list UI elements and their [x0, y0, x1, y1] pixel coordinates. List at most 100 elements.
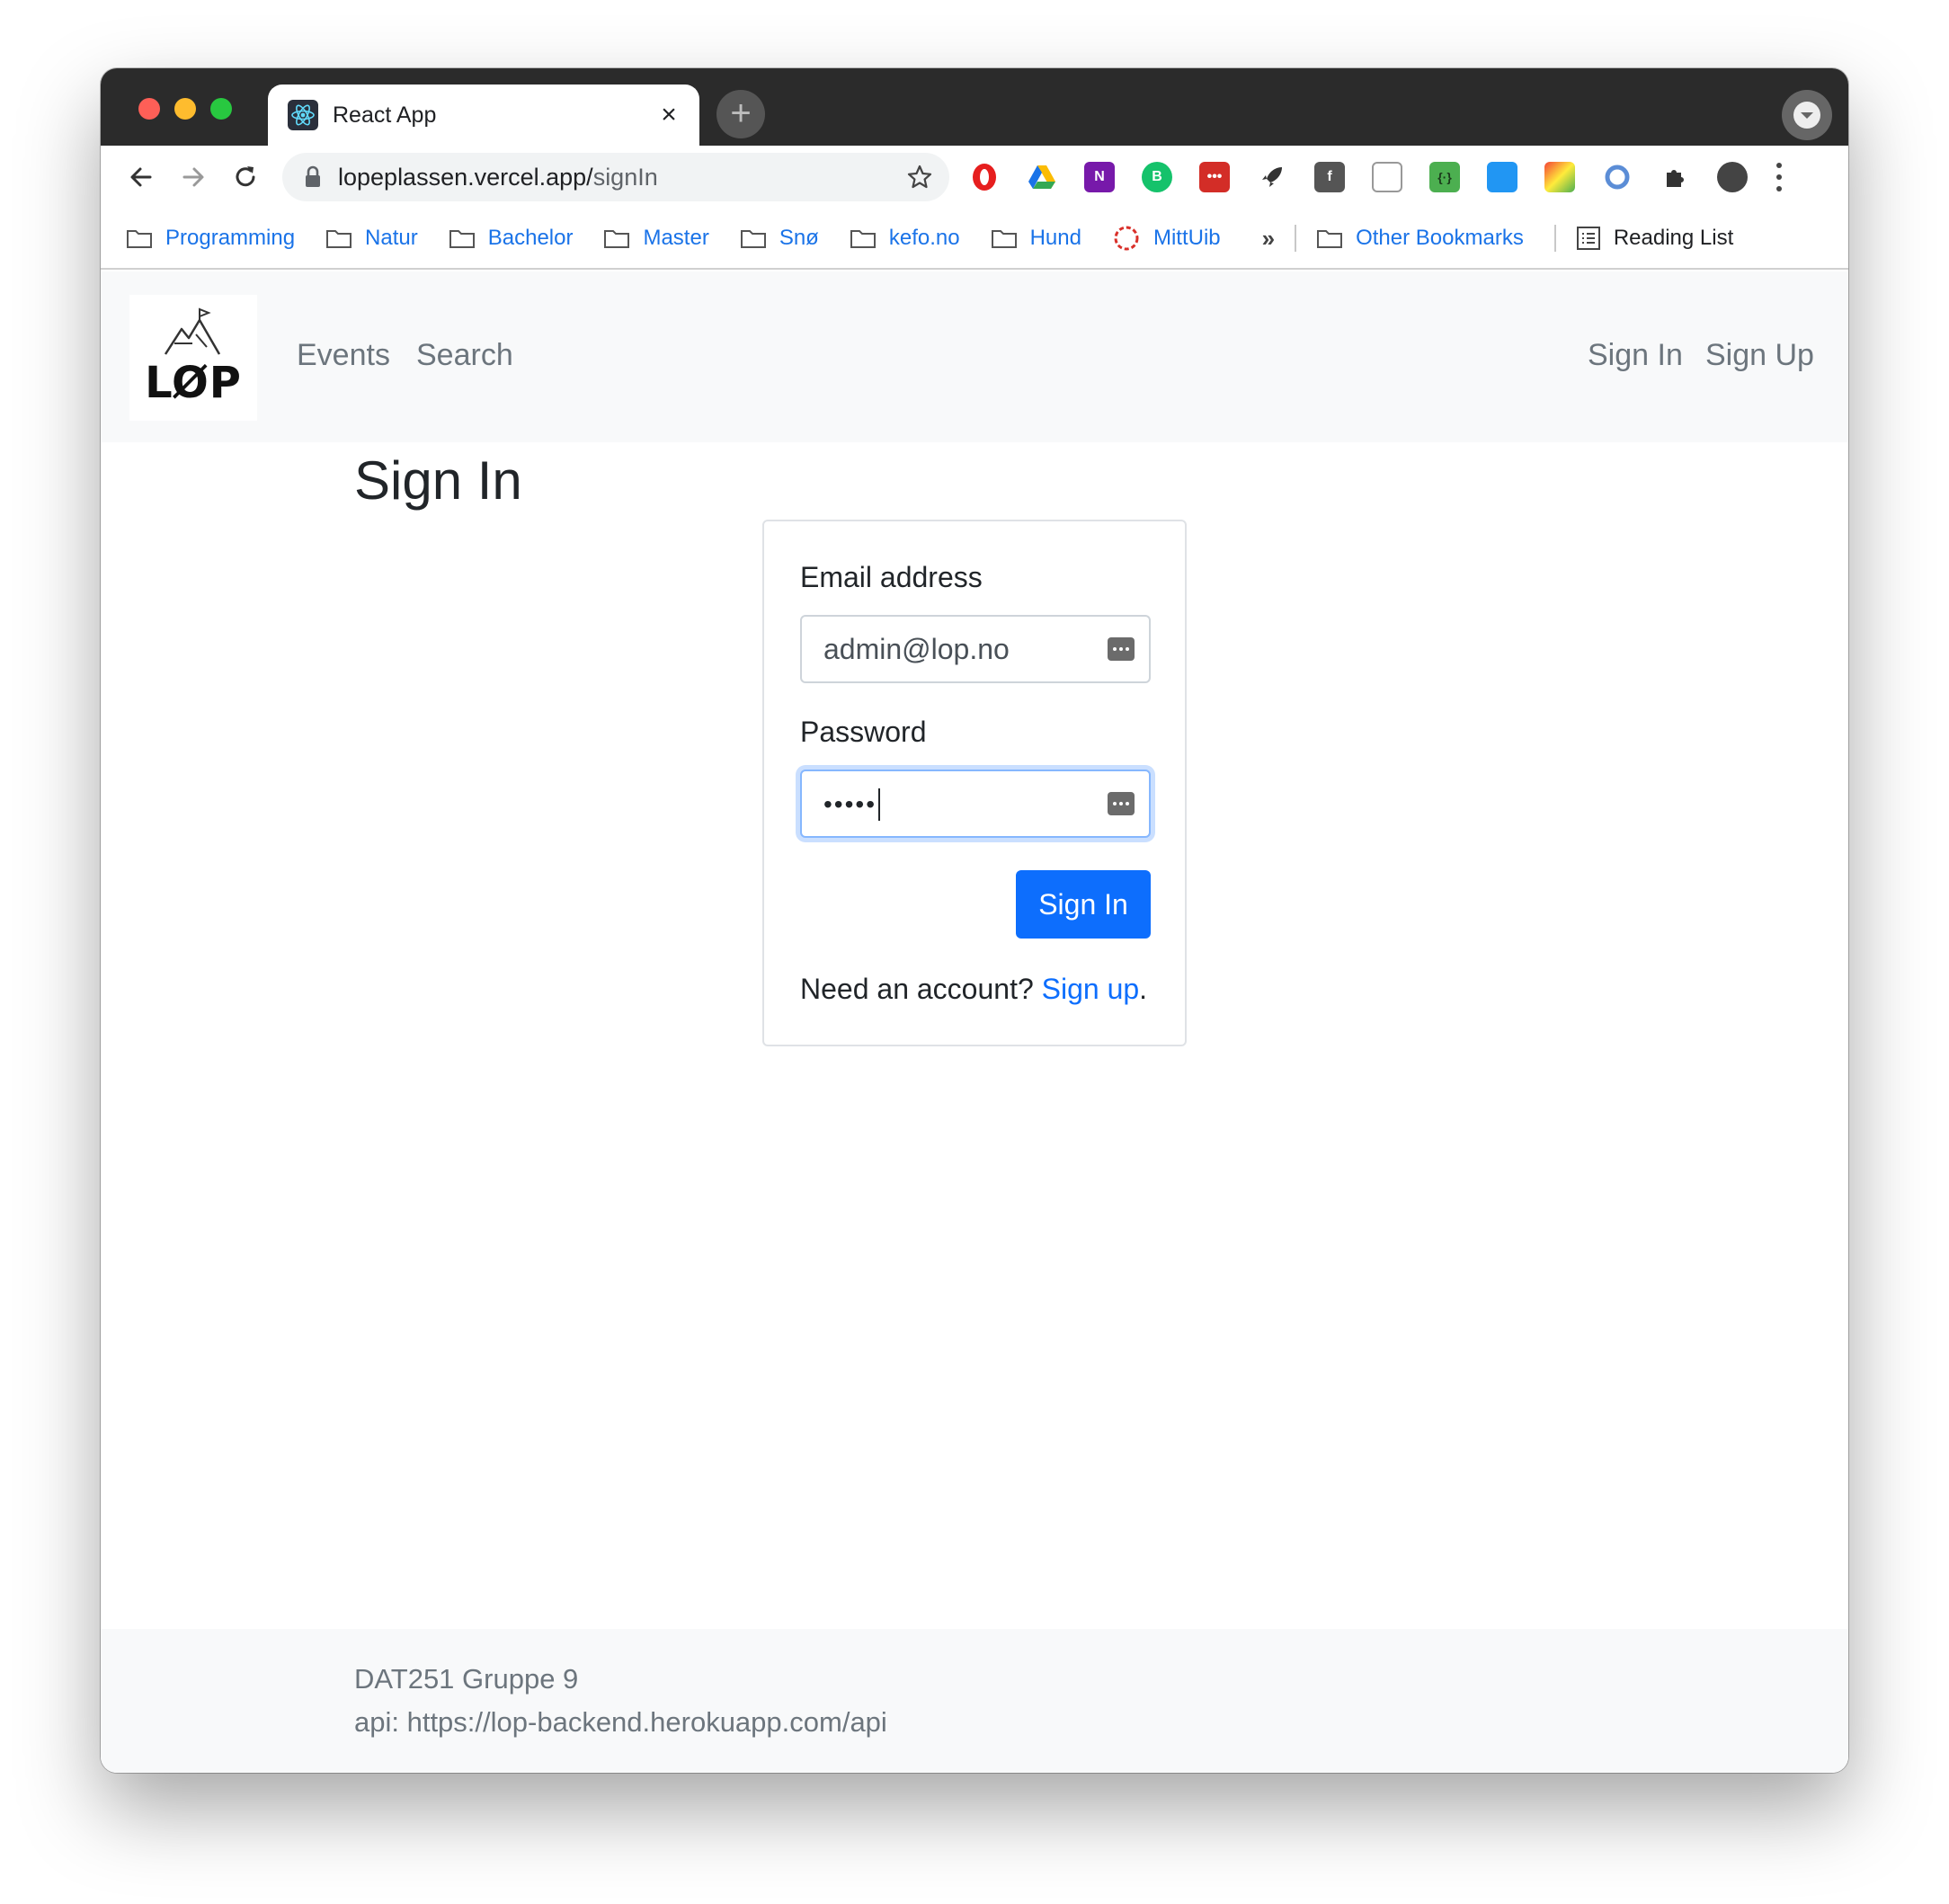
bookmark-label: kefo.no — [888, 226, 960, 250]
chevron-down-icon — [1793, 102, 1820, 129]
google-drive-icon[interactable] — [1027, 162, 1057, 192]
bookmark-bachelor[interactable]: Bachelor — [449, 226, 573, 251]
folder-icon — [127, 230, 152, 248]
folder-icon — [326, 230, 352, 248]
address-bar[interactable]: lopeplassen.vercel.app/signIn — [282, 153, 949, 201]
logo-text: LØP — [145, 358, 242, 408]
rocket-icon[interactable] — [1257, 162, 1287, 192]
tab-search-button[interactable] — [1782, 90, 1832, 140]
json-icon[interactable]: {·} — [1429, 162, 1460, 192]
bookmark-sno[interactable]: Snø — [740, 226, 819, 251]
bookmark-mittuib[interactable]: MittUib — [1112, 224, 1221, 253]
other-bookmarks-label: Other Bookmarks — [1356, 226, 1524, 250]
password-field[interactable]: ••••• — [800, 770, 1151, 838]
arrow-left-icon — [130, 167, 152, 187]
ring-icon[interactable] — [1602, 162, 1633, 192]
bookmark-label: Snø — [779, 226, 819, 250]
tab-title: React App — [333, 102, 437, 128]
extensions-row: N B ••• f {·} — [969, 159, 1793, 195]
password-manager-icon[interactable] — [1108, 637, 1135, 661]
bookmark-master[interactable]: Master — [603, 226, 709, 251]
browser-tab[interactable]: React App × — [268, 85, 699, 146]
reload-button[interactable] — [219, 151, 271, 203]
mittuib-icon — [1114, 226, 1139, 251]
nav-sign-in-link[interactable]: Sign In — [1588, 338, 1683, 373]
color-picker-icon[interactable] — [1544, 162, 1575, 192]
bookmarks-divider — [1295, 225, 1297, 252]
lock-icon — [306, 165, 320, 187]
bookmark-hund[interactable]: Hund — [991, 226, 1081, 251]
signup-period: . — [1139, 973, 1148, 1005]
window-icon[interactable] — [1487, 162, 1517, 192]
onenote-icon[interactable]: N — [1084, 162, 1115, 192]
web-page: LØP Events Search Sign In Sign Up Sign I… — [101, 271, 1848, 1773]
password-label: Password — [800, 716, 927, 748]
bookmarks-bar: Programming Natur Bachelor Master Snø ke… — [101, 209, 1848, 270]
mountain-flag-icon — [164, 307, 221, 355]
bookmark-label: Hund — [1029, 226, 1081, 250]
avatar-icon[interactable] — [1717, 162, 1748, 192]
email-field[interactable]: admin@lop.no — [800, 615, 1151, 683]
opera-icon[interactable] — [969, 162, 1000, 192]
tab-strip: React App × + — [101, 68, 1848, 146]
browser-toolbar: lopeplassen.vercel.app/signIn N B ••• f … — [101, 146, 1848, 209]
signup-link[interactable]: Sign up — [1042, 973, 1140, 1005]
bookmark-label: Programming — [165, 226, 296, 250]
bookmark-natur[interactable]: Natur — [325, 226, 418, 251]
zoom-window-button[interactable] — [210, 98, 232, 120]
password-manager-icon[interactable] — [1108, 792, 1135, 815]
reading-list[interactable]: Reading List — [1576, 226, 1733, 251]
sign-in-button[interactable]: Sign In — [1016, 870, 1151, 939]
url-path: signIn — [592, 163, 658, 191]
page-title: Sign In — [354, 450, 522, 511]
footer-api: api: https://lop-backend.herokuapp.com/a… — [354, 1706, 887, 1738]
other-bookmarks[interactable]: Other Bookmarks — [1316, 226, 1524, 251]
forward-button[interactable] — [167, 151, 219, 203]
bookmark-label: Master — [643, 226, 709, 250]
reading-list-label: Reading List — [1613, 226, 1734, 250]
folder-icon — [740, 230, 766, 248]
email-value: admin@lop.no — [823, 632, 1010, 665]
more-menu-icon[interactable] — [1766, 159, 1793, 195]
bookmark-label: Natur — [365, 226, 418, 250]
star-icon[interactable] — [906, 164, 933, 191]
folder-icon — [850, 230, 876, 248]
bookmark-label: MittUib — [1152, 226, 1221, 250]
bookmarks-divider — [1553, 225, 1556, 252]
folder-icon — [991, 230, 1017, 248]
site-navbar: LØP Events Search Sign In Sign Up — [101, 271, 1848, 442]
folder-icon — [1317, 230, 1343, 248]
folder-icon — [449, 230, 475, 248]
url-host: lopeplassen.vercel.app/ — [338, 163, 593, 191]
facebook-icon[interactable]: f — [1314, 162, 1345, 192]
site-logo[interactable]: LØP — [129, 295, 257, 421]
new-tab-button[interactable]: + — [716, 90, 765, 138]
text-cursor — [878, 788, 881, 822]
signup-prompt: Need an account? — [800, 973, 1034, 1005]
lastpass-icon[interactable]: ••• — [1199, 162, 1230, 192]
reading-list-icon — [1576, 227, 1600, 250]
puzzle-icon[interactable] — [1660, 162, 1690, 192]
back-button[interactable] — [115, 151, 167, 203]
nav-events-link[interactable]: Events — [297, 338, 390, 373]
close-window-button[interactable] — [138, 98, 160, 120]
bookmarks-overflow-icon[interactable]: » — [1262, 225, 1275, 253]
bookmark-kefo[interactable]: kefo.no — [850, 226, 960, 251]
sign-in-card: Email address admin@lop.no Password ••••… — [762, 520, 1187, 1046]
bookmark-programming[interactable]: Programming — [126, 226, 295, 251]
password-value: ••••• — [823, 789, 877, 818]
email-label: Email address — [800, 561, 983, 593]
signup-prompt-line: Need an account? Sign up. — [800, 973, 1147, 1006]
minimize-window-button[interactable] — [174, 98, 196, 120]
folder-icon — [604, 230, 630, 248]
browser-window: React App × + lopeplassen.vercel.app/ si… — [101, 68, 1848, 1773]
react-icon — [288, 100, 318, 130]
footer-group: DAT251 Gruppe 9 — [354, 1663, 579, 1695]
page-icon[interactable] — [1372, 162, 1402, 192]
site-footer: DAT251 Gruppe 9 api: https://lop-backend… — [101, 1629, 1848, 1773]
grammar-icon[interactable]: B — [1142, 162, 1172, 192]
nav-search-link[interactable]: Search — [416, 338, 513, 373]
nav-sign-up-link[interactable]: Sign Up — [1705, 338, 1814, 373]
reload-icon — [236, 166, 255, 187]
close-tab-icon[interactable]: × — [651, 100, 687, 130]
